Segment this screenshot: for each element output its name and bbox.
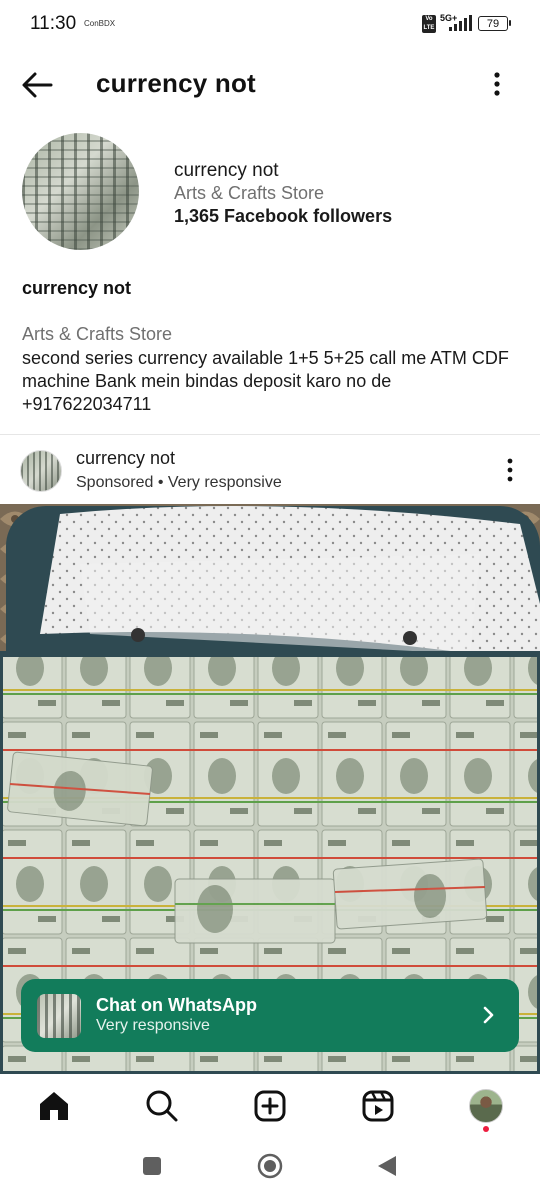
back-triangle-icon[interactable] bbox=[376, 1154, 398, 1178]
profile-avatar[interactable] bbox=[22, 133, 139, 250]
home-circle-icon[interactable] bbox=[257, 1153, 283, 1179]
post-avatar[interactable] bbox=[20, 450, 62, 492]
profile-category: Arts & Crafts Store bbox=[174, 183, 325, 203]
profile-avatar-nav[interactable] bbox=[469, 1089, 503, 1123]
status-time: 11:30 bbox=[30, 13, 77, 34]
bio-name: currency not bbox=[22, 278, 132, 298]
profile-name: currency not bbox=[174, 160, 279, 181]
page-title: currency not bbox=[96, 68, 256, 98]
home-icon[interactable] bbox=[36, 1088, 72, 1124]
bio-text: second series currency available 1+5 5+2… bbox=[22, 348, 509, 414]
profile-followers: 1,365 Facebook followers bbox=[174, 206, 393, 226]
search-icon[interactable] bbox=[144, 1088, 180, 1124]
create-icon[interactable] bbox=[252, 1088, 288, 1124]
volte-icon: Vo LTE bbox=[422, 15, 436, 33]
battery-icon: 79 bbox=[478, 16, 508, 31]
cta-title: Chat on WhatsApp bbox=[96, 995, 257, 1015]
more-vertical-icon[interactable] bbox=[498, 456, 522, 484]
post-sponsored-label: Sponsored • Very responsive bbox=[76, 474, 282, 491]
divider bbox=[0, 434, 540, 435]
more-vertical-icon[interactable] bbox=[483, 70, 511, 98]
notification-dot bbox=[483, 1126, 489, 1132]
arrow-left-icon[interactable] bbox=[20, 68, 54, 102]
battery-tip bbox=[509, 20, 511, 26]
status-carrier: ConBDX bbox=[84, 19, 116, 28]
post-username[interactable]: currency not bbox=[76, 448, 175, 469]
signal-icon bbox=[449, 15, 472, 31]
cta-thumbnail bbox=[37, 994, 81, 1038]
bio-category: Arts & Crafts Store bbox=[22, 324, 173, 344]
recents-icon[interactable] bbox=[143, 1157, 161, 1175]
reels-icon[interactable] bbox=[360, 1088, 396, 1124]
chevron-right-icon bbox=[483, 1006, 494, 1024]
cta-subtitle: Very responsive bbox=[96, 1017, 210, 1034]
